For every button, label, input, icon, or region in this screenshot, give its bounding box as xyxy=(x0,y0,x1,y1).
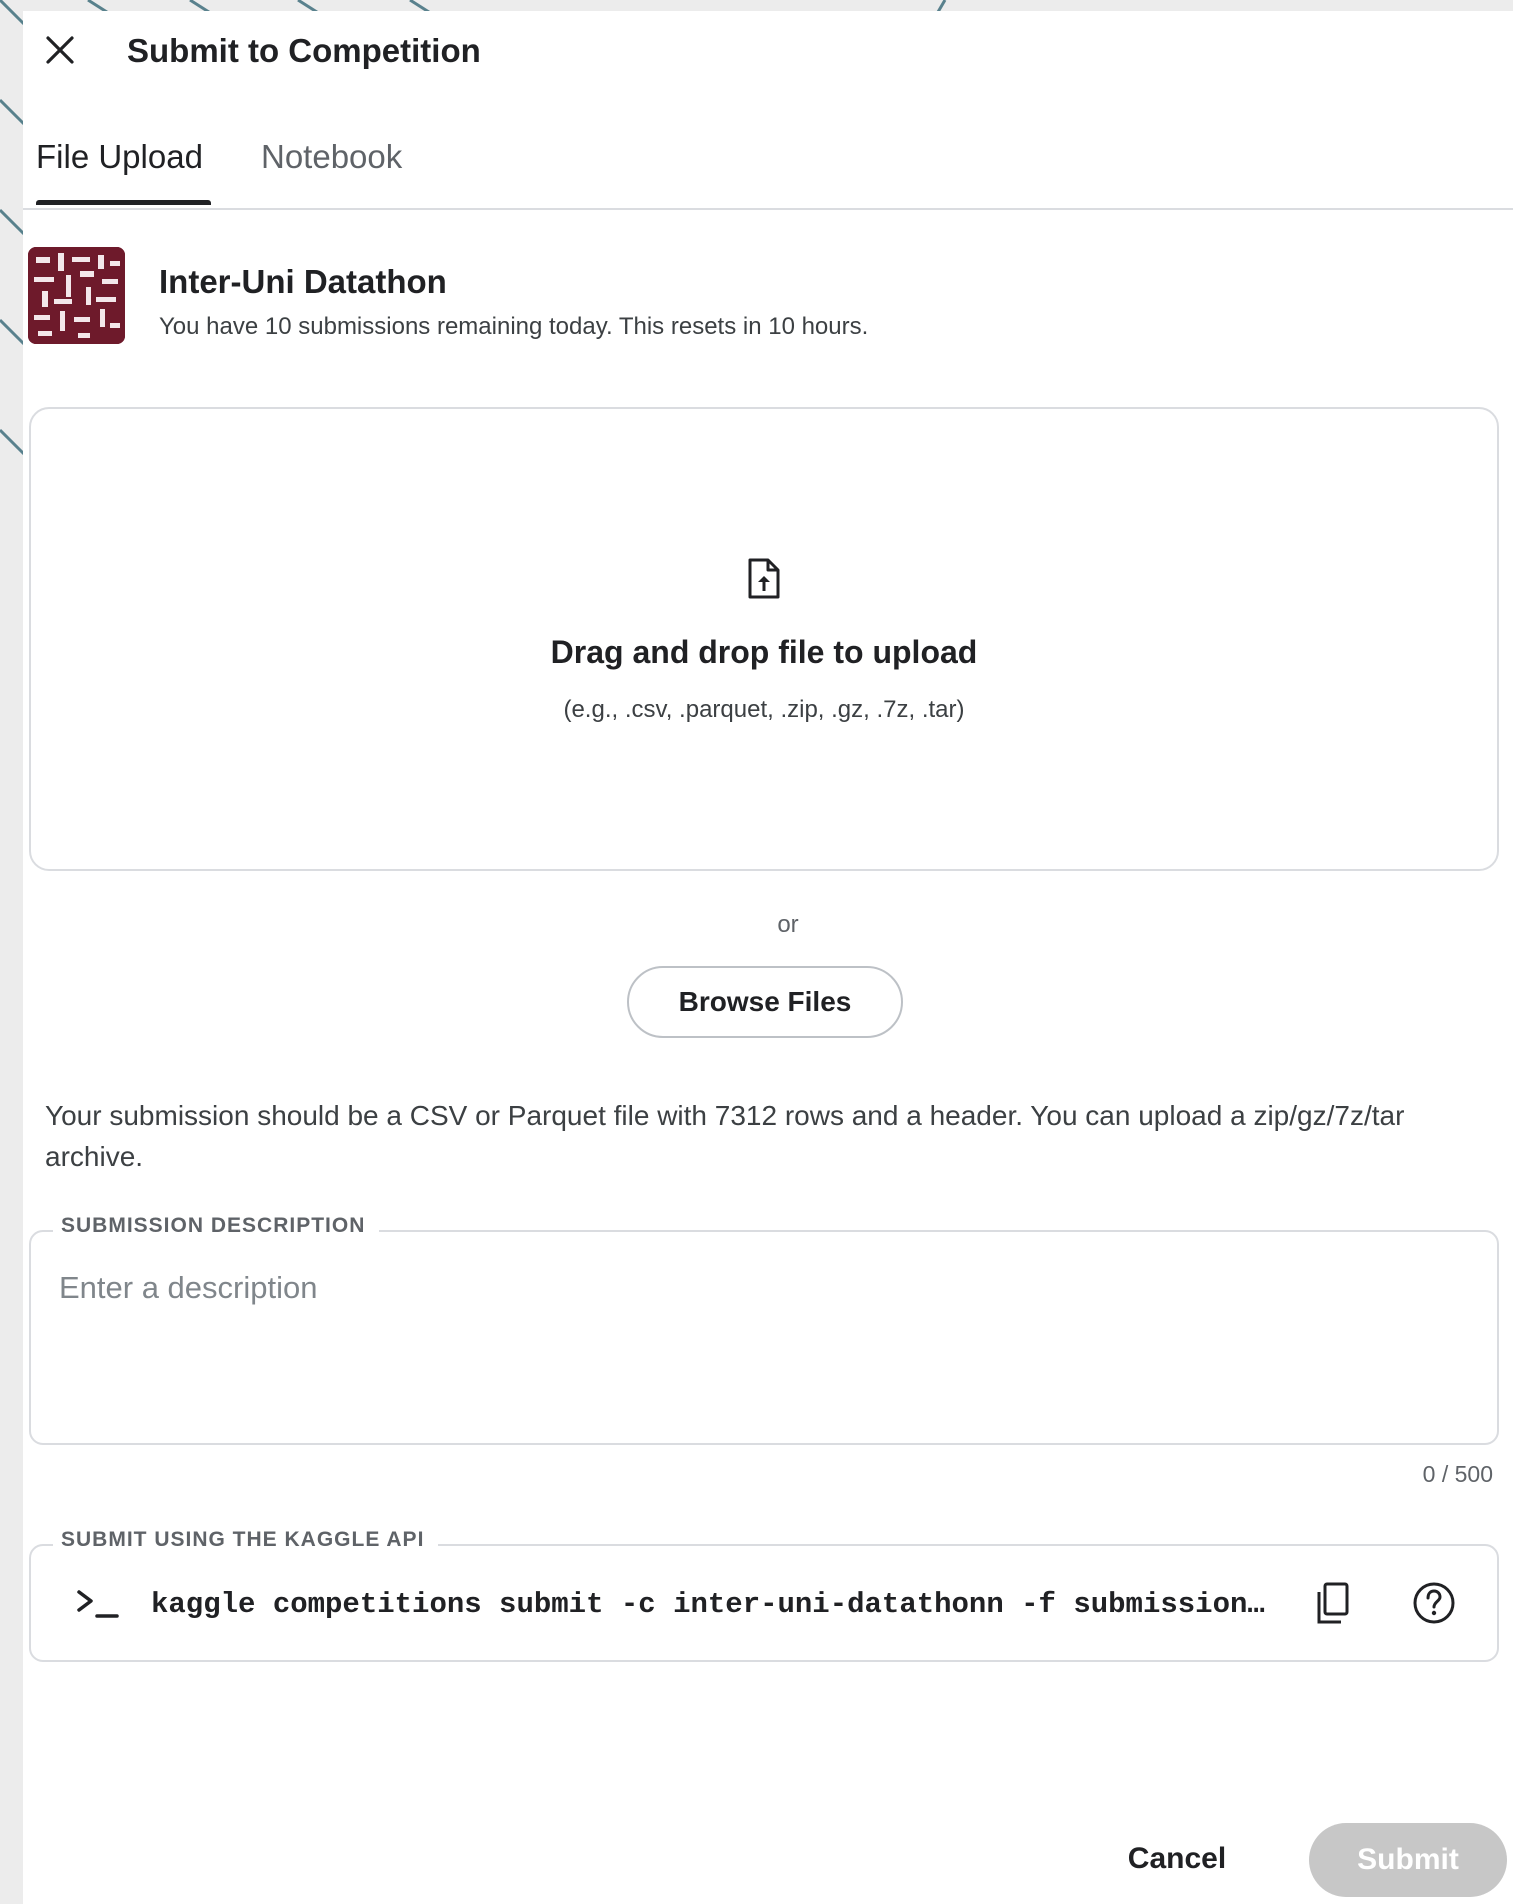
copy-command-button[interactable] xyxy=(1311,1580,1357,1626)
kaggle-api-label: SUBMIT USING THE KAGGLE API xyxy=(53,1528,439,1552)
file-dropzone[interactable]: Drag and drop file to upload (e.g., .csv… xyxy=(29,407,1499,871)
active-tab-indicator xyxy=(36,200,211,205)
competition-logo xyxy=(28,247,125,344)
competition-name: Inter-Uni Datathon xyxy=(159,263,447,300)
dialog-header: Submit to Competition xyxy=(23,11,1513,86)
submission-requirements: Your submission should be a CSV or Parqu… xyxy=(45,1100,1405,1172)
submit-button[interactable]: Submit xyxy=(1309,1823,1507,1897)
tab-file-upload[interactable]: File Upload xyxy=(36,138,203,176)
file-upload-icon xyxy=(748,558,780,599)
dialog-title: Submit to Competition xyxy=(127,32,481,69)
tab-notebook[interactable]: Notebook xyxy=(261,138,402,176)
description-char-count: 0 / 500 xyxy=(1422,1461,1493,1487)
description-field: SUBMISSION DESCRIPTION xyxy=(29,1214,1499,1445)
description-label: SUBMISSION DESCRIPTION xyxy=(53,1214,380,1238)
help-icon xyxy=(1413,1582,1455,1624)
or-divider-text: or xyxy=(777,911,799,938)
tab-bar: File Upload Notebook xyxy=(23,116,1513,210)
terminal-icon xyxy=(77,1590,119,1618)
kaggle-api-command[interactable]: kaggle competitions submit -c inter-uni-… xyxy=(151,1588,1281,1621)
api-help-button[interactable] xyxy=(1411,1580,1457,1626)
description-input[interactable] xyxy=(59,1270,1459,1420)
competition-logo-image xyxy=(28,247,125,344)
close-button[interactable] xyxy=(37,27,83,73)
dropzone-title: Drag and drop file to upload xyxy=(550,634,978,670)
submissions-remaining-text: You have 10 submissions remaining today.… xyxy=(159,313,869,340)
kaggle-api-field: SUBMIT USING THE KAGGLE API kaggle compe… xyxy=(29,1528,1499,1662)
copy-icon xyxy=(1317,1582,1349,1624)
accepted-formats-hint: (e.g., .csv, .parquet, .zip, .gz, .7z, .… xyxy=(563,696,965,723)
browse-files-button[interactable]: Browse Files xyxy=(627,966,903,1038)
close-icon xyxy=(46,36,74,64)
submit-dialog: Submit to Competition File Upload Notebo… xyxy=(23,11,1513,1904)
cancel-button[interactable]: Cancel xyxy=(1107,1823,1247,1895)
